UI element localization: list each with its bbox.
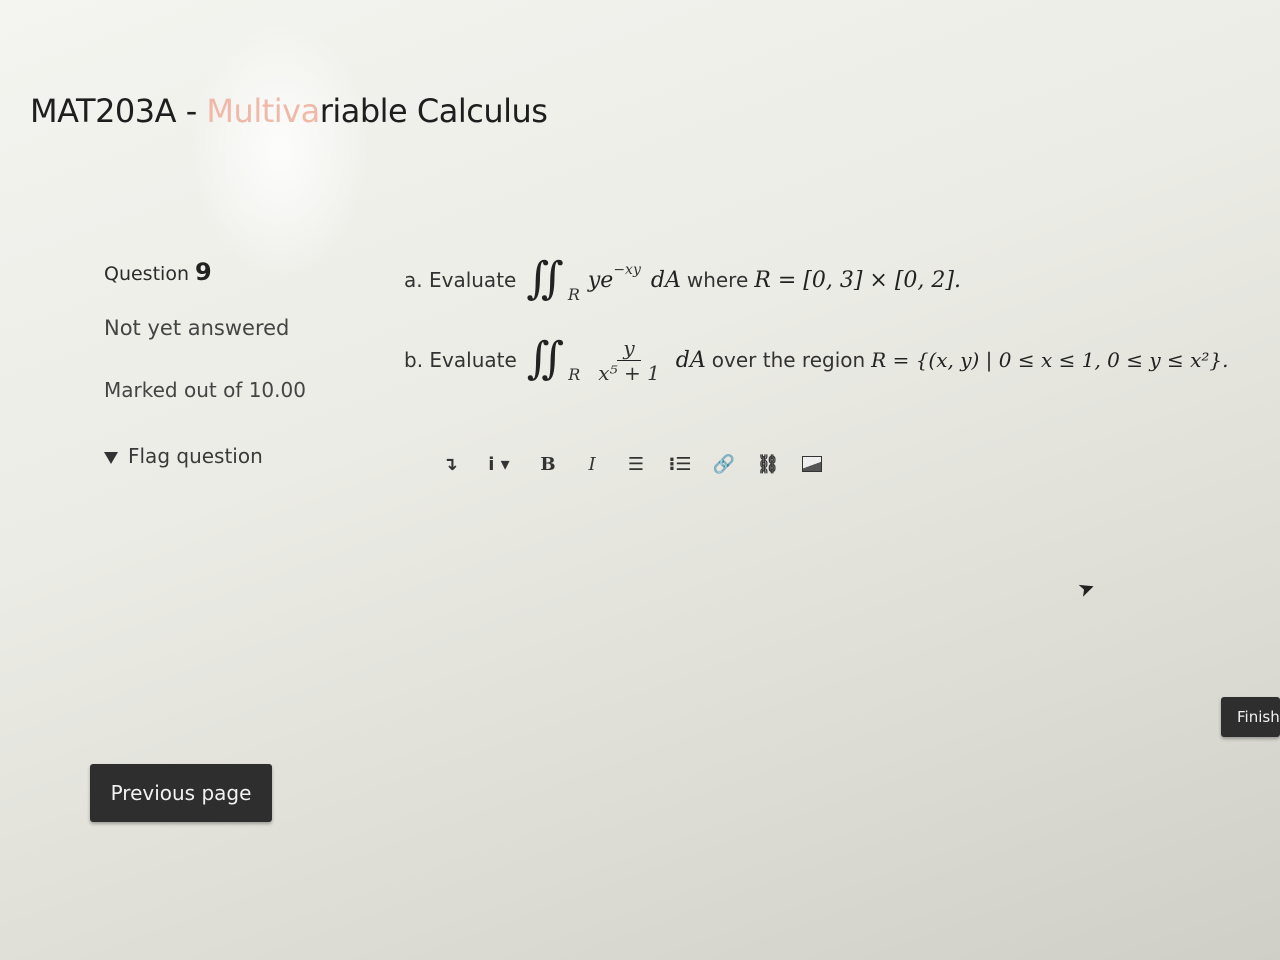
unlink-button[interactable]: ⛓ xyxy=(746,448,790,480)
fraction-numerator: y xyxy=(617,336,641,361)
fraction-denominator: x⁵ + 1 xyxy=(598,360,660,385)
image-icon xyxy=(802,456,822,472)
course-name-faded: Multiva xyxy=(206,92,320,130)
question-grade: Marked out of 10.00 xyxy=(104,378,306,402)
question-text: a. Evaluate ∬ R ye −xy dA where R = [0, … xyxy=(404,252,1264,385)
question-label-text: Question xyxy=(104,263,196,285)
integrand-base: ye xyxy=(587,267,614,293)
region-definition: R = {(x, y) | 0 ≤ x ≤ 1, 0 ≤ y ≤ x²}. xyxy=(871,348,1229,372)
insert-image-button[interactable] xyxy=(790,448,834,480)
differential: dA xyxy=(650,267,681,293)
previous-page-button[interactable]: Previous page xyxy=(90,764,272,822)
connector-text: where xyxy=(686,268,749,292)
screen-glare xyxy=(190,20,370,280)
part-b-prefix: b. Evaluate xyxy=(404,348,517,372)
double-integral-symbol: ∬ xyxy=(526,332,565,384)
mouse-cursor-icon: ➤ xyxy=(1074,573,1099,603)
double-integral-symbol: ∬ xyxy=(526,252,564,304)
question-info-panel: Question 9 Not yet answered Marked out o… xyxy=(104,258,364,468)
unordered-list-button[interactable]: ☰ xyxy=(614,448,658,480)
part-a-prefix: a. Evaluate xyxy=(404,268,517,292)
finish-button[interactable]: Finish xyxy=(1221,697,1280,737)
integral-region-subscript: R xyxy=(568,364,581,384)
flag-question-link[interactable]: Flag question xyxy=(104,444,364,468)
flag-icon xyxy=(104,452,118,464)
course-title: MAT203A - Multivariable Calculus xyxy=(30,92,548,130)
question-part-b: b. Evaluate ∬ R y x⁵ + 1 dA over the reg… xyxy=(404,332,1264,385)
question-part-a: a. Evaluate ∬ R ye −xy dA where R = [0, … xyxy=(404,252,1264,305)
region-definition: R = [0, 3] × [0, 2]. xyxy=(754,267,961,293)
course-code: MAT203A - xyxy=(30,92,207,130)
paragraph-styles-button[interactable]: i ▾ xyxy=(472,448,526,480)
integrand-exponent: −xy xyxy=(613,262,641,278)
flag-question-label: Flag question xyxy=(128,444,263,468)
differential: dA xyxy=(675,347,706,373)
integral-region-subscript: R xyxy=(567,284,580,304)
ordered-list-button[interactable]: ⁝☰ xyxy=(658,448,702,480)
question-number: 9 xyxy=(195,258,212,286)
course-name-rest: riable Calculus xyxy=(319,92,548,130)
integrand-fraction: y x⁵ + 1 xyxy=(592,336,666,385)
question-label: Question 9 xyxy=(104,258,364,286)
expand-toolbar-button[interactable]: ↴ xyxy=(428,448,472,480)
bold-button[interactable]: B xyxy=(526,448,570,480)
link-button[interactable]: 🔗 xyxy=(702,448,746,480)
italic-button[interactable]: I xyxy=(570,448,614,480)
connector-text: over the region xyxy=(711,348,866,372)
editor-toolbar: ↴ i ▾ B I ☰ ⁝☰ 🔗 ⛓ xyxy=(428,448,834,480)
question-state: Not yet answered xyxy=(104,316,290,340)
